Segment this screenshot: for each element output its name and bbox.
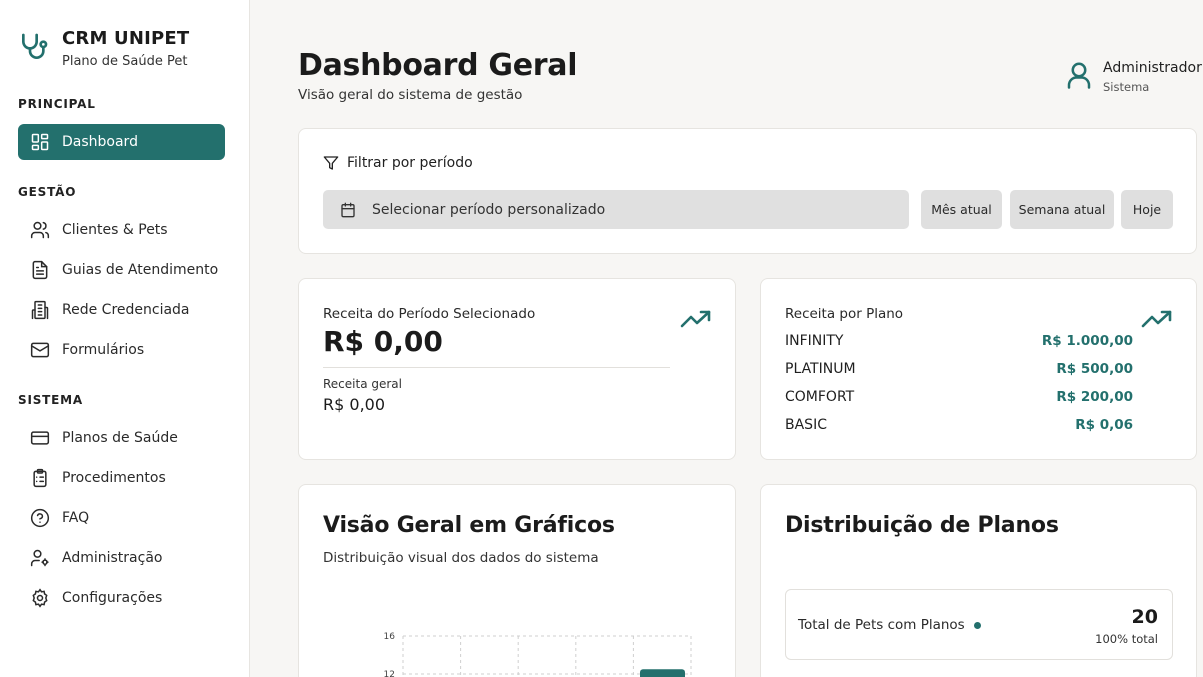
charts-overview-card: Visão Geral em Gráficos Distribuição vis… [298, 484, 736, 677]
sidebar-item-label: Dashboard [62, 134, 138, 150]
plan-name: PLATINUM [785, 361, 856, 377]
sidebar-item-rede[interactable]: Rede Credenciada [18, 292, 225, 328]
trending-up-icon [1141, 309, 1173, 331]
chart-bar [640, 669, 685, 677]
sidebar-item-configuracoes[interactable]: Configurações [18, 580, 225, 616]
divider [323, 367, 670, 368]
credit-card-icon [30, 428, 50, 448]
plan-value: R$ 500,00 [1056, 361, 1133, 377]
user-role: Sistema [1103, 80, 1150, 94]
sidebar-item-label: Guias de Atendimento [62, 262, 219, 278]
plan-name: INFINITY [785, 333, 844, 349]
section-label-principal: PRINCIPAL [18, 97, 96, 111]
status-dot [973, 621, 981, 629]
sidebar-item-dashboard[interactable]: Dashboard [18, 124, 225, 160]
dashboard-grid-icon [30, 132, 50, 152]
plan-value: R$ 1.000,00 [1041, 333, 1133, 349]
user-cog-icon [30, 548, 50, 568]
section-label-gestao: GESTÃO [18, 185, 77, 199]
distribution-title: Distribuição de Planos [785, 513, 1059, 538]
settings-icon [30, 588, 50, 608]
section-label-sistema: SISTEMA [18, 393, 83, 407]
sidebar-item-label: Procedimentos [62, 470, 166, 486]
sidebar-item-clientes-pets[interactable]: Clientes & Pets [18, 212, 225, 248]
plan-name: BASIC [785, 417, 827, 433]
trending-up-icon [680, 309, 712, 331]
general-revenue-label: Receita geral [323, 377, 402, 391]
plan-distribution-card: Distribuição de Planos Total de Pets com… [760, 484, 1197, 677]
sidebar-item-label: Clientes & Pets [62, 222, 168, 238]
total-pets-percent: 100% total [1095, 632, 1158, 646]
current-week-button[interactable]: Semana atual [1010, 190, 1114, 229]
page-subtitle: Visão geral do sistema de gestão [298, 87, 523, 103]
plan-row-comfort: COMFORT R$ 200,00 [785, 389, 1133, 405]
stethoscope-icon [18, 30, 50, 64]
plan-revenue-card: Receita por Plano INFINITY R$ 1.000,00 P… [760, 278, 1197, 460]
period-revenue-value: R$ 0,00 [323, 325, 443, 358]
plan-value: R$ 0,06 [1075, 417, 1133, 433]
plan-name: COMFORT [785, 389, 855, 405]
general-revenue-value: R$ 0,00 [323, 395, 386, 414]
brand-title: CRM UNIPET [62, 28, 190, 49]
sidebar-item-administracao[interactable]: Administração [18, 540, 225, 576]
user-icon [1064, 58, 1094, 92]
y-tick-label: 12 [384, 670, 395, 677]
sidebar-item-guias[interactable]: Guias de Atendimento [18, 252, 225, 288]
sidebar-item-planos[interactable]: Planos de Saúde [18, 420, 225, 456]
period-revenue-label: Receita do Período Selecionado [323, 306, 536, 322]
sidebar-item-label: FAQ [62, 510, 90, 526]
sidebar: CRM UNIPET Plano de Saúde Pet PRINCIPAL … [0, 0, 250, 677]
plan-row-platinum: PLATINUM R$ 500,00 [785, 361, 1133, 377]
users-icon [30, 220, 50, 240]
clipboard-list-icon [30, 468, 50, 488]
total-pets-label-text: Total de Pets com Planos [798, 617, 965, 633]
charts-title: Visão Geral em Gráficos [323, 513, 615, 538]
period-revenue-card: Receita do Período Selecionado R$ 0,00 R… [298, 278, 736, 460]
plan-revenue-label: Receita por Plano [785, 306, 904, 322]
sidebar-item-procedimentos[interactable]: Procedimentos [18, 460, 225, 496]
y-tick-label: 16 [384, 632, 396, 642]
file-text-icon [30, 260, 50, 280]
calendar-icon [340, 202, 356, 218]
building-icon [30, 300, 50, 320]
user-name: Administrador [1103, 60, 1202, 76]
total-pets-label: Total de Pets com Planos [798, 617, 981, 633]
plan-row-infinity: INFINITY R$ 1.000,00 [785, 333, 1133, 349]
sidebar-item-label: Formulários [62, 342, 145, 358]
plan-row-basic: BASIC R$ 0,06 [785, 417, 1133, 433]
sidebar-item-label: Administração [62, 550, 163, 566]
sidebar-item-label: Rede Credenciada [62, 302, 190, 318]
sidebar-item-label: Configurações [62, 590, 163, 606]
user-menu[interactable]: Administrador Sistema [1064, 58, 1202, 94]
filter-icon [323, 155, 339, 171]
total-pets-value: 20 [1131, 606, 1158, 628]
current-month-button[interactable]: Mês atual [921, 190, 1002, 229]
overview-bar-chart: 16 12 [384, 632, 692, 677]
page-title: Dashboard Geral [298, 48, 578, 83]
help-circle-icon [30, 508, 50, 528]
brand: CRM UNIPET Plano de Saúde Pet [18, 28, 189, 69]
brand-subtitle: Plano de Saúde Pet [62, 54, 188, 69]
sidebar-item-label: Planos de Saúde [62, 430, 178, 446]
today-button[interactable]: Hoje [1121, 190, 1173, 229]
filter-title-text: Filtrar por período [347, 155, 473, 171]
charts-subtitle: Distribuição visual dos dados do sistema [323, 550, 599, 566]
sidebar-item-faq[interactable]: FAQ [18, 500, 225, 536]
mail-icon [30, 340, 50, 360]
custom-period-placeholder: Selecionar período personalizado [372, 201, 606, 218]
filter-title: Filtrar por período [323, 155, 473, 171]
sidebar-item-formularios[interactable]: Formulários [18, 332, 225, 368]
total-pets-box: Total de Pets com Planos 20 100% total [785, 589, 1173, 660]
custom-period-picker[interactable]: Selecionar período personalizado [323, 190, 909, 229]
plan-value: R$ 200,00 [1056, 389, 1133, 405]
period-filter-card: Filtrar por período Selecionar período p… [298, 128, 1197, 254]
